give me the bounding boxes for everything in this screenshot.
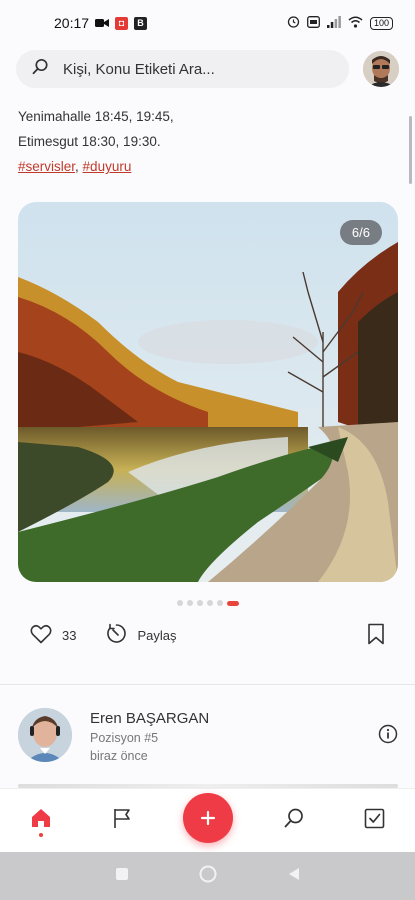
alarm-icon — [287, 15, 300, 31]
author-name[interactable]: Eren BAŞARGAN — [90, 710, 209, 727]
home-button[interactable] — [199, 865, 217, 888]
share-icon — [106, 623, 127, 647]
carousel-dot[interactable] — [206, 600, 213, 606]
battery-indicator: 100 — [369, 16, 393, 30]
flag-icon — [112, 807, 132, 834]
author-info: Eren BAŞARGAN Pozisyon #5 biraz önce — [90, 708, 209, 763]
add-post-button[interactable] — [182, 792, 233, 843]
author-avatar[interactable] — [18, 708, 72, 762]
app-notification-icon-2: B — [134, 16, 148, 30]
post-divider — [0, 684, 415, 685]
add-icon — [200, 802, 216, 833]
search-placeholder: Kişi, Konu Etiketi Ara... — [63, 60, 215, 78]
profile-avatar[interactable] — [363, 51, 399, 87]
post-time: biraz önce — [90, 749, 148, 763]
signal-icon — [326, 15, 341, 31]
info-icon[interactable] — [378, 724, 398, 749]
back-button[interactable] — [287, 867, 301, 886]
share-button[interactable]: Paylaş — [106, 623, 177, 647]
carousel-dot[interactable] — [176, 600, 183, 606]
sim-icon — [307, 15, 320, 31]
carousel-dot[interactable] — [216, 600, 223, 606]
tag-separator: , — [75, 159, 83, 174]
post-line: Etimesgut 18:30, 19:30. — [18, 134, 161, 149]
feed[interactable]: Yenimahalle 18:45, 19:45, Etimesgut 18:3… — [0, 94, 415, 788]
image-counter-badge: 6/6 — [339, 220, 382, 245]
carousel-dot[interactable] — [196, 600, 203, 606]
post-actions: 33 Paylaş — [0, 620, 415, 650]
nav-home[interactable] — [21, 801, 61, 841]
nav-active-indicator — [38, 832, 43, 837]
post-text: Yenimahalle 18:45, 19:45, Etimesgut 18:3… — [0, 94, 415, 179]
header: Kişi, Konu Etiketi Ara... — [0, 48, 415, 90]
nav-search[interactable] — [274, 801, 314, 841]
video-camera-icon — [95, 15, 110, 31]
carousel-dot[interactable] — [186, 600, 193, 606]
next-post-header: Eren BAŞARGAN Pozisyon #5 biraz önce — [18, 708, 398, 768]
post-text-clipped-line — [18, 94, 397, 104]
recents-button[interactable] — [115, 867, 129, 886]
bottom-nav — [0, 788, 415, 852]
scrollbar[interactable] — [409, 116, 412, 184]
bookmark-icon — [367, 623, 385, 648]
tag-link[interactable]: #servisler — [18, 159, 75, 174]
search-icon — [283, 807, 305, 834]
share-label: Paylaş — [137, 627, 177, 643]
status-time: 20:17 — [54, 15, 90, 31]
app-notification-icon: ◘ — [115, 16, 129, 30]
like-button[interactable]: 33 — [30, 624, 76, 647]
home-icon — [30, 807, 52, 834]
search-icon — [32, 58, 49, 80]
like-count: 33 — [62, 627, 77, 643]
author-position: Pozisyon #5 — [90, 731, 159, 745]
system-nav-bar — [0, 852, 415, 900]
wifi-icon — [348, 16, 363, 31]
post-tags: #servisler, #duyuru — [18, 154, 397, 179]
post-image[interactable]: 6/6 — [18, 202, 398, 582]
status-bar: 20:17 ◘ B 100 — [0, 0, 415, 46]
heart-icon — [30, 624, 52, 647]
search-input[interactable]: Kişi, Konu Etiketi Ara... — [16, 50, 349, 88]
carousel-dot-active[interactable] — [226, 600, 239, 606]
post-line: Yenimahalle 18:45, 19:45, — [18, 109, 174, 124]
bookmark-button[interactable] — [367, 623, 385, 648]
nav-tasks[interactable] — [355, 801, 395, 841]
carousel-dots — [0, 600, 415, 606]
nav-flag[interactable] — [102, 801, 142, 841]
checkbox-icon — [364, 808, 385, 834]
tag-link[interactable]: #duyuru — [83, 159, 132, 174]
